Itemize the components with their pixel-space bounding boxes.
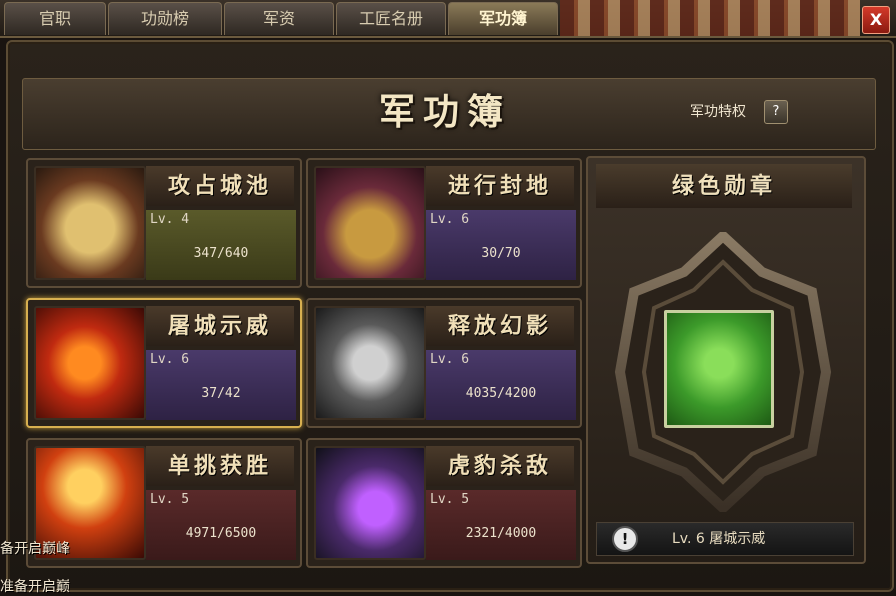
achievement-card-city-massacre[interactable]: 屠城示威 Lv. 6 37/42 (26, 298, 302, 428)
achievement-level: Lv. 4 (150, 212, 190, 227)
tab-official-rank[interactable]: 官职 (4, 2, 106, 35)
achievement-progress: 37/42 (201, 386, 241, 401)
achievement-progress: 2321/4000 (465, 526, 537, 541)
achievement-level: Lv. 5 (150, 492, 190, 507)
achievement-name: 释放幻影 (426, 306, 574, 346)
level-panel: Lv. 5 2321/4000 (426, 490, 576, 560)
achievement-progress: 347/640 (193, 246, 249, 261)
achievement-card-enfeoffment[interactable]: 进行封地 Lv. 6 30/70 (306, 158, 582, 288)
achievement-card-capture-cities[interactable]: 攻占城池 Lv. 4 347/640 (26, 158, 302, 288)
achievement-level: Lv. 5 (430, 492, 470, 507)
medal-status-text: Lv. 6 屠城示威 (672, 531, 766, 547)
achievement-name: 进行封地 (426, 166, 574, 206)
level-panel: Lv. 4 347/640 (146, 210, 296, 280)
achievement-progress: 4035/4200 (465, 386, 537, 401)
green-medal-icon[interactable] (664, 310, 774, 428)
page-title: 军功簿 (378, 91, 511, 133)
achievement-level: Lv. 6 (430, 352, 470, 367)
achievement-card-tiger-leopard[interactable]: 虎豹杀敌 Lv. 5 2321/4000 (306, 438, 582, 568)
scroll-flag-icon (34, 166, 146, 280)
tab-military-merit-book[interactable]: 军功簿 (448, 2, 558, 35)
tab-craftsman-roster[interactable]: 工匠名册 (336, 2, 446, 35)
level-panel: Lv. 5 4971/6500 (146, 490, 296, 560)
achievement-name: 攻占城池 (146, 166, 294, 206)
achievement-name: 屠城示威 (146, 306, 294, 346)
golden-seal-icon (314, 166, 426, 280)
achievement-card-phantom[interactable]: 释放幻影 Lv. 6 4035/4200 (306, 298, 582, 428)
level-panel: Lv. 6 4035/4200 (426, 350, 576, 420)
achievement-progress: 30/70 (481, 246, 521, 261)
close-button[interactable]: X (862, 6, 890, 34)
achievement-progress: 4971/6500 (185, 526, 257, 541)
tab-merit-ranking[interactable]: 功勋榜 (108, 2, 222, 35)
overlay-text: 备开启巅峰 (0, 541, 70, 557)
achievement-name: 虎豹杀敌 (426, 446, 574, 486)
phantom-horse-icon (314, 306, 426, 420)
tab-military-supplies[interactable]: 军资 (224, 2, 334, 35)
privilege-link[interactable]: 军功特权 (690, 100, 746, 124)
medal-title: 绿色勋章 (596, 164, 852, 208)
spear-strike-icon (314, 446, 426, 560)
level-panel: Lv. 6 30/70 (426, 210, 576, 280)
level-panel: Lv. 6 37/42 (146, 350, 296, 420)
help-button[interactable]: ? (764, 100, 788, 124)
achievement-name: 单挑获胜 (146, 446, 294, 486)
achievement-level: Lv. 6 (430, 212, 470, 227)
tab-bar: 官职 功勋榜 军资 工匠名册 军功簿 X (0, 0, 896, 38)
overlay-text: 准备开启巅 (0, 579, 70, 595)
background-scenery (560, 0, 860, 36)
alert-icon[interactable]: ! (612, 526, 638, 552)
achievement-level: Lv. 6 (150, 352, 190, 367)
warrior-icon (34, 306, 146, 420)
